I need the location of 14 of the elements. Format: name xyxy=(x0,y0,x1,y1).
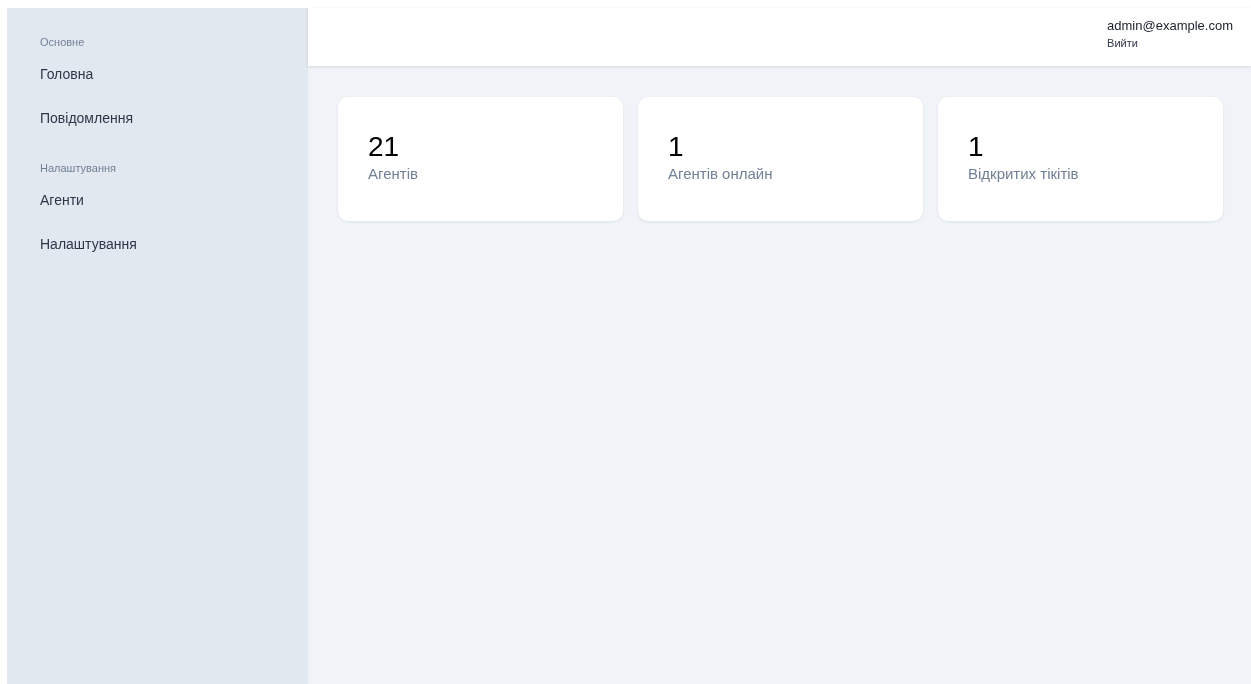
stat-value: 21 xyxy=(368,131,400,163)
stat-label: Агентів xyxy=(368,165,418,182)
nav-link[interactable]: Налаштування xyxy=(40,236,137,252)
nav-link[interactable]: Головна xyxy=(40,66,94,82)
nav-link[interactable]: Повідомлення xyxy=(40,110,133,126)
section-title: Налаштування xyxy=(40,162,118,174)
stat-label: Відкритих тікітів xyxy=(968,165,1079,182)
logout-link[interactable]: Вийти xyxy=(1107,37,1138,49)
stat-value: 1 xyxy=(668,131,684,163)
user-email: admin@example.com xyxy=(1107,18,1233,33)
stat-label: Агентів онлайн xyxy=(668,165,773,182)
nav-link[interactable]: Агенти xyxy=(40,192,84,208)
stat-value: 1 xyxy=(968,131,984,163)
section-title: Основне xyxy=(40,36,86,48)
